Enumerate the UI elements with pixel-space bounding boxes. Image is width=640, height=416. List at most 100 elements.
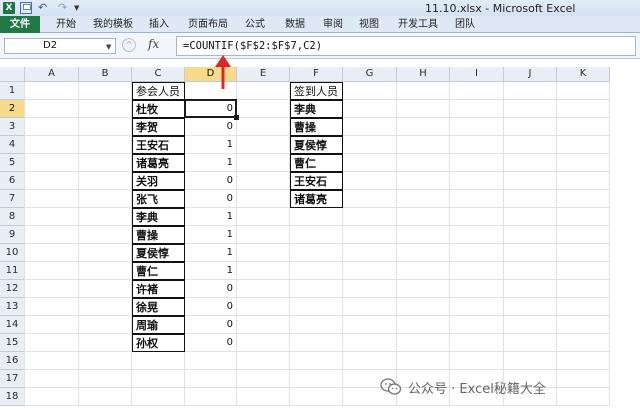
row-header-1[interactable]: 1 [0, 82, 25, 100]
cell-count-result[interactable]: 1 [185, 154, 237, 172]
row-header-9[interactable]: 9 [0, 226, 25, 244]
cell-signed-in-name[interactable]: 李典 [290, 100, 343, 118]
row-header-14[interactable]: 14 [0, 316, 25, 334]
name-box[interactable]: D2 [4, 38, 116, 54]
save-icon[interactable] [20, 2, 32, 14]
tab-data[interactable]: 数据 [282, 16, 308, 33]
formula-bar: D2 ▼ ^ fx =COUNTIF($F$2:$F$7,C2) [0, 33, 640, 59]
window-title: 11.10.xlsx - Microsoft Excel [425, 2, 576, 15]
redo-icon[interactable]: ↷ [58, 2, 70, 14]
row-header-11[interactable]: 11 [0, 262, 25, 280]
tab-review[interactable]: 审阅 [320, 16, 346, 33]
cell-count-result[interactable]: 1 [185, 244, 237, 262]
row-header-17[interactable]: 17 [0, 370, 25, 388]
cell-count-result[interactable]: 1 [185, 136, 237, 154]
annotation-arrow-icon [215, 55, 231, 89]
gridline [25, 261, 610, 262]
column-header-i[interactable]: I [450, 67, 504, 82]
tab-home[interactable]: 开始 [52, 16, 80, 33]
cell-participants-header[interactable]: 参会人员 [132, 82, 185, 100]
row-header-15[interactable]: 15 [0, 334, 25, 352]
cell-signed-in-name[interactable]: 诸葛亮 [290, 190, 343, 208]
gridline [25, 297, 610, 298]
gridline [25, 369, 610, 370]
fill-handle[interactable] [234, 115, 239, 120]
cell-participant-name[interactable]: 曹仁 [132, 262, 185, 280]
cell-count-result[interactable]: 0 [185, 190, 237, 208]
cell-signed-in-name[interactable]: 王安石 [290, 172, 343, 190]
row-header-8[interactable]: 8 [0, 208, 25, 226]
formula-input[interactable]: =COUNTIF($F$2:$F$7,C2) [176, 36, 636, 56]
column-header-j[interactable]: J [504, 67, 557, 82]
cell-signed-in-name[interactable]: 曹仁 [290, 154, 343, 172]
cell-participant-name[interactable]: 许褚 [132, 280, 185, 298]
cell-signed-in-name[interactable]: 曹操 [290, 118, 343, 136]
gridline [78, 82, 79, 406]
select-all-corner[interactable] [0, 67, 25, 82]
undo-icon[interactable]: ↶ [38, 2, 50, 14]
wechat-icon [380, 378, 402, 395]
cell-participant-name[interactable]: 周瑜 [132, 316, 185, 334]
row-header-10[interactable]: 10 [0, 244, 25, 262]
cell-count-result[interactable]: 0 [185, 118, 237, 136]
row-header-7[interactable]: 7 [0, 190, 25, 208]
cell-count-result[interactable]: 0 [185, 172, 237, 190]
gridline [556, 82, 557, 406]
cell-participant-name[interactable]: 关羽 [132, 172, 185, 190]
cell-count-result[interactable]: 0 [185, 298, 237, 316]
column-header-b[interactable]: B [79, 67, 132, 82]
cell-participant-name[interactable]: 李贺 [132, 118, 185, 136]
insert-function-icon[interactable]: fx [148, 37, 159, 51]
cell-count-result[interactable]: 0 [185, 316, 237, 334]
tab-my-templates[interactable]: 我的模板 [90, 16, 136, 33]
column-header-e[interactable]: E [237, 67, 290, 82]
cell-participant-name[interactable]: 王安石 [132, 136, 185, 154]
tab-file[interactable]: 文件 [0, 16, 40, 33]
cell-participant-name[interactable]: 曹操 [132, 226, 185, 244]
cell-participant-name[interactable]: 诸葛亮 [132, 154, 185, 172]
column-header-k[interactable]: K [557, 67, 610, 82]
tab-team[interactable]: 团队 [452, 16, 478, 33]
cell-count-result[interactable]: 0 [185, 280, 237, 298]
tab-insert[interactable]: 插入 [146, 16, 172, 33]
excel-app-icon[interactable]: X [3, 2, 15, 14]
cell-count-result[interactable]: 1 [185, 262, 237, 280]
row-header-18[interactable]: 18 [0, 388, 25, 406]
cell-signed-in-name[interactable]: 夏侯惇 [290, 136, 343, 154]
row-header-12[interactable]: 12 [0, 280, 25, 298]
cell-participant-name[interactable]: 杜牧 [132, 100, 185, 118]
tab-page-layout[interactable]: 页面布局 [184, 16, 232, 33]
gridline [24, 82, 25, 406]
chevron-down-icon[interactable]: ▼ [106, 43, 111, 51]
column-header-c[interactable]: C [132, 67, 185, 82]
row-header-3[interactable]: 3 [0, 118, 25, 136]
row-header-13[interactable]: 13 [0, 298, 25, 316]
gridline [25, 333, 610, 334]
title-bar: X ↶ ↷ ▼ 11.10.xlsx - Microsoft Excel [0, 0, 640, 16]
row-header-4[interactable]: 4 [0, 136, 25, 154]
column-header-h[interactable]: H [397, 67, 450, 82]
column-header-a[interactable]: A [25, 67, 79, 82]
column-header-f[interactable]: F [290, 67, 343, 82]
row-header-16[interactable]: 16 [0, 352, 25, 370]
cell-count-result[interactable]: 1 [185, 226, 237, 244]
cell-count-result[interactable]: 1 [185, 208, 237, 226]
tab-formulas[interactable]: 公式 [242, 16, 268, 33]
cell-participant-name[interactable]: 徐晃 [132, 298, 185, 316]
tab-developer[interactable]: 开发工具 [394, 16, 442, 33]
cell-participant-name[interactable]: 孙权 [132, 334, 185, 352]
gridline [449, 82, 450, 406]
cell-signed-in-header[interactable]: 签到人员 [290, 82, 343, 100]
cell-participant-name[interactable]: 张飞 [132, 190, 185, 208]
cell-count-result[interactable]: 0 [185, 334, 237, 352]
chevron-down-icon[interactable]: ▼ [74, 2, 86, 14]
row-header-6[interactable]: 6 [0, 172, 25, 190]
row-header-5[interactable]: 5 [0, 154, 25, 172]
cell-participant-name[interactable]: 李典 [132, 208, 185, 226]
expand-icon[interactable]: ^ [122, 38, 136, 52]
cell-participant-name[interactable]: 夏侯惇 [132, 244, 185, 262]
column-header-g[interactable]: G [343, 67, 397, 82]
gridline [503, 82, 504, 406]
row-header-2[interactable]: 2 [0, 100, 25, 118]
tab-view[interactable]: 视图 [356, 16, 382, 33]
